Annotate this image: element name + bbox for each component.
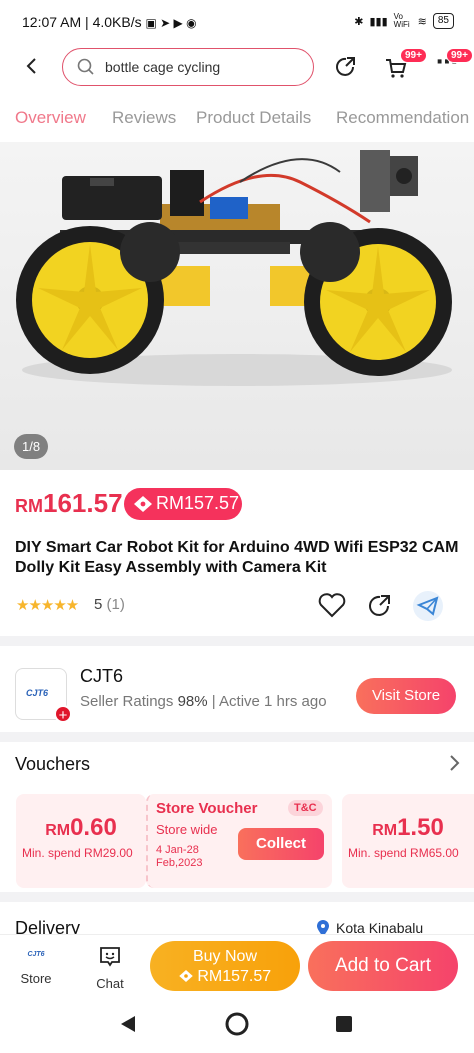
tab-recommendation[interactable]: Recommendation: [336, 108, 469, 128]
cart-badge: 99+: [400, 48, 427, 63]
seller-logo-text: CJT6: [26, 688, 49, 698]
voucher-item-1[interactable]: RM0.60 Min. spend RM29.00: [16, 794, 146, 888]
voucher-item-3[interactable]: RM1.50 Min. spend RM65.00: [342, 794, 474, 888]
voucher-tag-icon: [179, 970, 193, 982]
seller-ratings-value: 98%: [177, 693, 208, 710]
price-currency: RM: [15, 496, 43, 516]
product-price: RM161.57: [15, 488, 123, 519]
seller-ratings-label: Seller Ratings: [80, 693, 174, 710]
buy-now-button[interactable]: Buy Now RM157.57: [150, 941, 300, 991]
search-icon: [77, 58, 94, 75]
product-title: DIY Smart Car Robot Kit for Arduino 4WD …: [15, 539, 459, 576]
chevron-right-icon[interactable]: [448, 754, 460, 777]
location-pin-icon: [317, 920, 329, 934]
voucher-currency: RM: [372, 822, 398, 839]
rating-summary[interactable]: 5 (1): [94, 596, 125, 613]
voucher-currency: RM: [45, 822, 71, 839]
chat-label: Chat: [96, 976, 124, 991]
telegram-share-icon[interactable]: [412, 590, 444, 627]
voucher-amount-value: 1.50: [397, 814, 444, 841]
follow-plus-icon[interactable]: +: [54, 705, 72, 724]
wifi-icon: ≋: [417, 15, 427, 28]
tab-reviews[interactable]: Reviews: [112, 108, 176, 128]
share-product-icon[interactable]: [366, 592, 394, 625]
seller-stats: Seller Ratings 98% | Active 1 hrs ago: [80, 693, 327, 710]
chat-icon: [100, 947, 120, 967]
store-icon: CJT6: [27, 951, 45, 958]
review-count: (1): [106, 596, 125, 613]
rating-stars: ★★★★★: [16, 597, 79, 614]
bluetooth-icon: ✱: [354, 15, 364, 28]
product-info-card: RM161.57 RM157.57 DIY Smart Car Robot Ki…: [0, 470, 474, 636]
product-image: [16, 150, 452, 386]
more-badge: 99+: [446, 48, 473, 63]
voucher-amount: RM1.50: [342, 814, 474, 842]
store-nav-button[interactable]: CJT6 Store: [14, 945, 58, 991]
voucher-tnc[interactable]: T&C: [288, 800, 323, 816]
delivery-location[interactable]: Kota Kinabalu: [336, 920, 423, 934]
status-bar: 12:07 AM | 4.0KB/s ▣ ➤ ▶ ◉ ✱ ▮▮▮ Vo WiFi…: [0, 0, 474, 44]
buy-now-label: Buy Now: [192, 948, 258, 965]
seller-card: CJT6 + CJT6 Seller Ratings 98% | Active …: [0, 646, 474, 732]
tab-overview[interactable]: Overview: [15, 108, 86, 128]
divider: |: [211, 693, 220, 710]
voucher-amount: RM0.60: [16, 814, 146, 842]
voucher-price: RM157.57: [156, 493, 240, 513]
seller-active: Active 1 hrs ago: [219, 693, 327, 710]
top-bar: bottle cage cycling 99+ ⋯ 99+: [0, 44, 474, 92]
chat-nav-button[interactable]: Chat: [88, 945, 132, 991]
status-time: 12:07 AM: [22, 14, 82, 30]
buy-now-price: RM157.57: [197, 968, 272, 985]
voucher-min-spend: Min. spend RM65.00: [348, 846, 459, 860]
delivery-card: Delivery Kota Kinabalu: [0, 902, 474, 934]
status-speed: 4.0KB/s: [92, 14, 142, 30]
vouchers-heading: Vouchers: [15, 754, 91, 774]
section-tabs: Overview Reviews Product Details Recomme…: [0, 92, 474, 142]
heart-icon[interactable]: [318, 592, 346, 623]
vouchers-card: Vouchers RM0.60 Min. spend RM29.00 Store…: [0, 742, 474, 892]
status-left: 12:07 AM | 4.0KB/s ▣ ➤ ▶ ◉: [22, 14, 197, 30]
bottom-action-bar: CJT6 Store Chat Buy Now RM157.57 Add to …: [0, 934, 474, 994]
battery-indicator: 85: [432, 13, 454, 29]
signal-icon: ▮▮▮: [369, 15, 388, 28]
back-icon[interactable]: [20, 54, 44, 78]
voucher-min-spend: Min. spend RM29.00: [22, 846, 133, 860]
visit-store-button[interactable]: Visit Store: [356, 678, 456, 714]
status-right: ✱ ▮▮▮ Vo WiFi ≋ 85: [354, 13, 454, 29]
search-input[interactable]: bottle cage cycling: [62, 48, 314, 86]
rating-value: 5: [94, 596, 103, 613]
notification-icons: ▣ ➤ ▶ ◉: [145, 16, 197, 30]
search-query: bottle cage cycling: [105, 59, 221, 75]
back-nav-icon[interactable]: [118, 1014, 138, 1034]
voucher-tag-icon: [134, 496, 152, 512]
collect-button[interactable]: Collect: [238, 828, 324, 860]
price-value: 161.57: [43, 488, 123, 518]
store-label: Store: [20, 971, 52, 986]
image-pager: 1/8: [14, 434, 49, 459]
home-nav-icon[interactable]: [224, 1011, 250, 1037]
seller-logo[interactable]: CJT6 +: [15, 668, 72, 724]
tab-product-details[interactable]: Product Details: [196, 108, 311, 128]
voucher-title: Store Voucher: [156, 800, 258, 817]
system-nav-bar: [0, 994, 474, 1053]
voucher-subtitle: Store wide: [156, 822, 218, 837]
voucher-price-badge[interactable]: RM157.57: [124, 488, 242, 520]
voucher-amount-value: 0.60: [70, 814, 117, 841]
share-icon[interactable]: [333, 54, 359, 85]
buy-now-price-row: RM157.57: [150, 967, 300, 987]
add-to-cart-button[interactable]: Add to Cart: [308, 941, 458, 991]
product-image-gallery[interactable]: 1/8: [0, 142, 474, 470]
recents-nav-icon[interactable]: [334, 1014, 354, 1034]
seller-name[interactable]: CJT6: [80, 666, 123, 687]
vowifi-label: Vo WiFi: [393, 12, 410, 29]
delivery-heading: Delivery: [15, 918, 81, 934]
voucher-dates: 4 Jan-28 Feb,2023: [156, 844, 203, 869]
